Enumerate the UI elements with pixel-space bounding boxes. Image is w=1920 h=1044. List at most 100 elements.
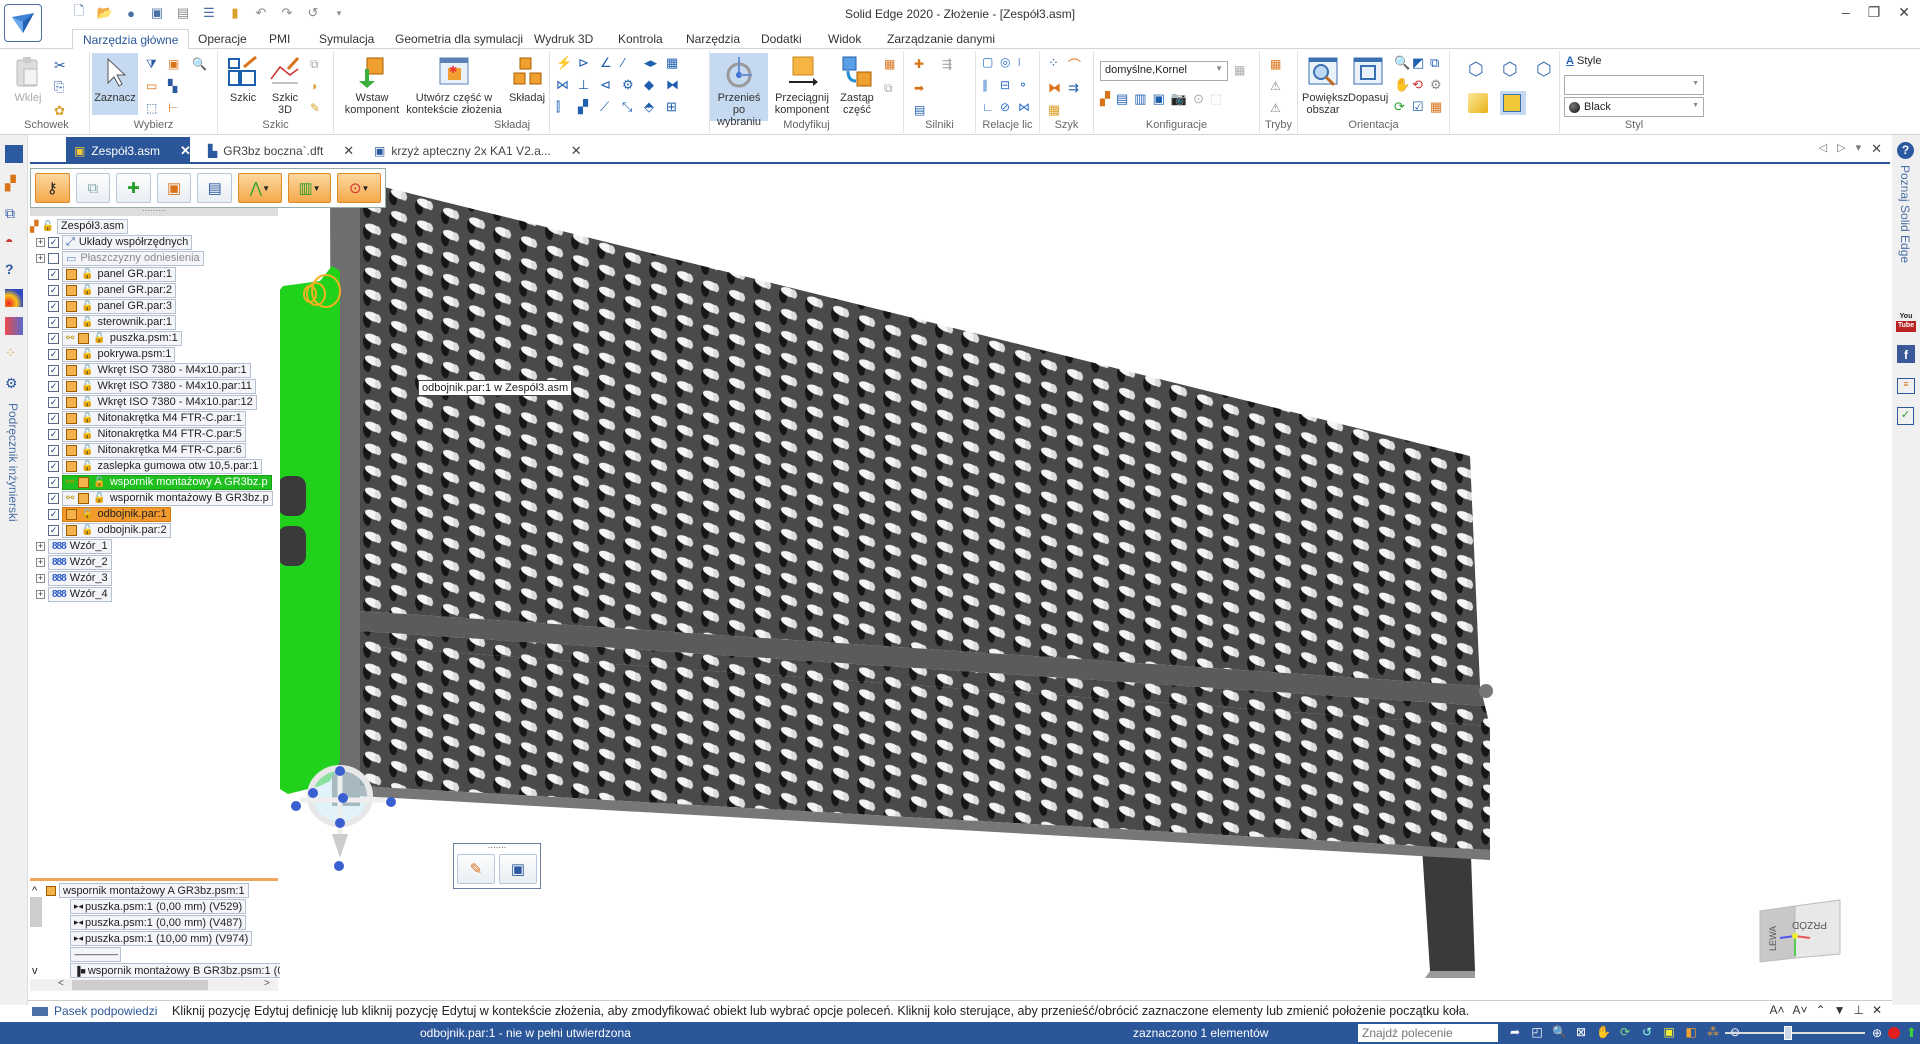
- copy-sketch-icon[interactable]: ⧉: [310, 57, 326, 73]
- visibility-checkbox[interactable]: ✓: [48, 524, 59, 536]
- select-cursor-icon[interactable]: ⬚: [146, 101, 162, 117]
- pin-icon[interactable]: ⊥: [1853, 1003, 1863, 1017]
- select-face-icon[interactable]: ⊢: [168, 101, 184, 117]
- tree-item[interactable]: + ▭ Płaszczyzny odniesienia: [36, 250, 204, 266]
- expand-icon[interactable]: +: [36, 237, 45, 247]
- tab-narzedzia-glowne[interactable]: Narzędzia główne: [72, 29, 190, 50]
- move-on-select-button[interactable]: Przenieś po wybraniu: [710, 53, 768, 128]
- tree-item[interactable]: ✓ 🔓 panel GR.par:3: [36, 298, 177, 314]
- pattern-icon[interactable]: ⁘: [1048, 55, 1068, 74]
- results-icon[interactable]: [5, 317, 23, 335]
- zoom-icon[interactable]: 🔍: [1394, 55, 1412, 71]
- add-part-button[interactable]: ✚: [116, 173, 151, 203]
- tree-item[interactable]: ✓ ⚯ 🔓 wspornik montażowy A GR3bz.p: [36, 474, 272, 490]
- tree-item[interactable]: ✓ 🔓 Wkręt ISO 7380 - M4x10.par:1: [36, 362, 251, 378]
- list-icon[interactable]: ≡: [1897, 378, 1915, 394]
- inspect-icon[interactable]: 🔍: [192, 57, 208, 73]
- simulation-icon[interactable]: [5, 289, 23, 307]
- wireframe-icon[interactable]: ⬡: [1468, 59, 1484, 79]
- tree-item[interactable]: ✓ 🔓 Nitonakrętka M4 FTR-C.par:6: [36, 442, 246, 458]
- doc-tab-gr3bz[interactable]: ▙ GR3bz boczna`.dft ✕: [200, 137, 362, 164]
- engineering-handbook-label[interactable]: Podręcznik inżynierski: [6, 403, 20, 522]
- sketch-view-icon[interactable]: ▦: [1430, 99, 1448, 115]
- visibility-checkbox[interactable]: ✓: [48, 476, 59, 488]
- tree-root[interactable]: ▞ 🔓 Zespół3.asm: [30, 218, 128, 234]
- config-view-icon[interactable]: ▣: [1153, 91, 1165, 107]
- close-icon[interactable]: ✕: [180, 143, 191, 159]
- tangent-face-icon[interactable]: ⊘: [1000, 100, 1018, 114]
- close-icon[interactable]: ✕: [1872, 1003, 1882, 1017]
- visibility-checkbox[interactable]: ✓: [48, 364, 59, 376]
- insert-rel-icon[interactable]: ⊥: [578, 77, 600, 93]
- app-menu-button[interactable]: [4, 4, 42, 42]
- tree-item[interactable]: ✓ ⚯ 🔓 puszka.psm:1: [36, 330, 182, 346]
- expand-icon[interactable]: +: [36, 589, 45, 599]
- tree-item[interactable]: ✓ 🔓 pokrywa.psm:1: [36, 346, 176, 362]
- rigid-set-icon[interactable]: ▦: [666, 55, 688, 71]
- tab-next-icon[interactable]: ▷: [1837, 141, 1845, 157]
- previous-view-icon[interactable]: ⧉: [1430, 55, 1448, 71]
- relation-type-dropdown[interactable]: ⋀ ▼: [238, 173, 282, 203]
- sketch-view-icon[interactable]: ▣: [1662, 1025, 1676, 1039]
- fit-icon[interactable]: ⊠: [1574, 1025, 1588, 1039]
- visibility-checkbox[interactable]: ✓: [48, 236, 59, 248]
- relation-item[interactable]: ▸◂ puszka.psm:1 (10,00 mm) (V974): [70, 931, 253, 946]
- select-tool-icon[interactable]: ▣: [168, 57, 184, 73]
- select-parts-button[interactable]: ▣: [156, 173, 192, 203]
- visibility-checkbox[interactable]: ✓: [48, 508, 59, 520]
- fit-button[interactable]: Dopasuj: [1348, 53, 1388, 104]
- tree-item[interactable]: ✓ 🔓 panel GR.par:2: [36, 282, 177, 298]
- font-decrease-icon[interactable]: A˅: [1793, 1003, 1808, 1017]
- spin-icon[interactable]: ↺: [1640, 1025, 1654, 1039]
- tab-wydruk-3d[interactable]: Wydruk 3D: [524, 29, 603, 50]
- dotted-box-icon[interactable]: ⬚: [1210, 91, 1222, 107]
- relations-scroll-up[interactable]: ^: [32, 883, 37, 898]
- copy-icon[interactable]: ⎘: [54, 79, 70, 95]
- edit-sketch-icon[interactable]: ✎: [310, 101, 326, 117]
- project-icon[interactable]: ◑: [310, 79, 326, 95]
- motor-simulate-icon[interactable]: ⇶: [942, 57, 958, 73]
- facebook-icon[interactable]: f: [1897, 345, 1915, 363]
- tab-dodatki[interactable]: Dodatki: [751, 29, 812, 50]
- copy-component-button[interactable]: ⧉: [75, 173, 111, 203]
- duplicate-icon[interactable]: ⇉: [1068, 80, 1088, 96]
- visibility-checkbox[interactable]: ✓: [48, 316, 59, 328]
- visibility-checkbox[interactable]: ✓: [48, 412, 59, 424]
- planar-align-icon[interactable]: ⋈: [556, 77, 578, 93]
- tangent-icon[interactable]: ⁄: [622, 55, 644, 71]
- mate-icon[interactable]: ⊳: [578, 55, 600, 71]
- zoom-in-icon[interactable]: ⊕: [1870, 1026, 1884, 1040]
- select-group-icon[interactable]: ▚: [168, 79, 184, 95]
- color-select[interactable]: Black ▼: [1564, 97, 1704, 117]
- tab-widok[interactable]: Widok: [818, 29, 871, 50]
- rotate-icon[interactable]: ⟳: [1618, 1025, 1632, 1039]
- transfer-icon[interactable]: ⧉: [884, 81, 900, 97]
- symmetric-face-icon[interactable]: ⧘: [1018, 55, 1036, 70]
- minimize-icon[interactable]: –: [1842, 4, 1850, 21]
- coplanar-icon[interactable]: ⊟: [1000, 78, 1018, 92]
- sketch-3d-button[interactable]: Szkic 3D: [268, 53, 302, 116]
- angle-icon[interactable]: ∠: [600, 55, 622, 71]
- insert-component-button[interactable]: Wstaw komponent: [344, 53, 400, 116]
- config-display-icon[interactable]: ▤: [1116, 91, 1128, 107]
- equal-icon[interactable]: ⋈: [1018, 100, 1036, 114]
- rotate-icon[interactable]: ⟲: [1412, 77, 1430, 93]
- pathfinder-icon[interactable]: [5, 145, 23, 163]
- tree-item[interactable]: ✓ ⚯ 🔓 wspornik montażowy B GR3bz.p: [36, 490, 273, 506]
- relation-item[interactable]: ▸◂ puszka.psm:1 (0,00 mm) (V529): [70, 899, 247, 914]
- variables-icon[interactable]: ▤: [914, 103, 930, 119]
- sketch-button[interactable]: Szkic: [226, 53, 260, 104]
- pattern-along-curve-icon[interactable]: ⌒: [1068, 55, 1088, 74]
- close-all-icon[interactable]: ✕: [1871, 141, 1882, 157]
- upload-icon[interactable]: ⬆: [1906, 1025, 1917, 1041]
- scroll-right-icon[interactable]: >: [264, 978, 270, 989]
- style-button[interactable]: A Style: [1566, 55, 1601, 67]
- flash-fit-icon[interactable]: ⚡: [556, 55, 578, 71]
- motor-icon[interactable]: ✚: [914, 57, 930, 73]
- scroll-left-icon[interactable]: <: [58, 978, 64, 989]
- restore-icon[interactable]: ❐: [1868, 4, 1881, 21]
- display-options-dropdown[interactable]: ▥ ▼: [287, 173, 332, 203]
- cut-icon[interactable]: ✂: [54, 57, 70, 73]
- tree-item[interactable]: + ✓ ⤢ Układy współrzędnych: [36, 234, 193, 250]
- tab-list-icon[interactable]: ▾: [1856, 141, 1862, 157]
